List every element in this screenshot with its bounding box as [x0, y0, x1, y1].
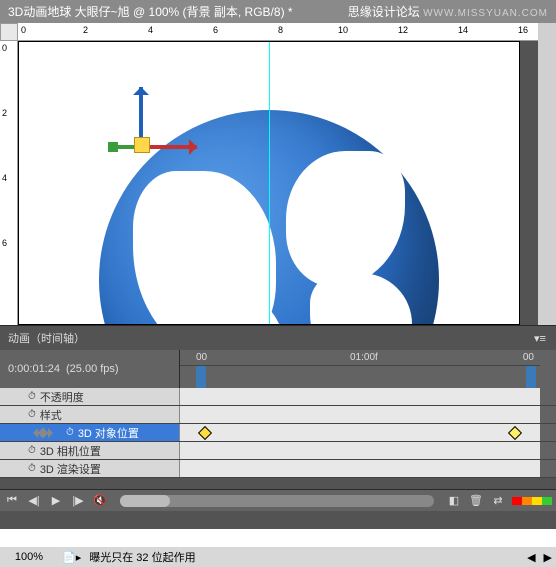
- animation-panel: 动画（时间轴） ▾≡ 0:00:01:24 (25.00 fps) 00 01:…: [0, 325, 556, 511]
- status-prev-button[interactable]: ◀: [527, 551, 535, 564]
- ruler-origin[interactable]: [0, 23, 18, 41]
- track-row[interactable]: ⏱3D 对象位置: [0, 424, 556, 442]
- doc-info-icon[interactable]: 📄▸: [62, 551, 81, 564]
- document-canvas[interactable]: [18, 41, 520, 325]
- keyframe-diamond[interactable]: [198, 426, 212, 440]
- stopwatch-icon[interactable]: ⏱: [28, 463, 36, 474]
- playhead-handle[interactable]: [526, 366, 536, 388]
- current-time-display[interactable]: 0:00:01:24: [8, 363, 60, 375]
- status-message: 曝光只在 32 位起作用: [89, 549, 519, 565]
- stopwatch-icon[interactable]: ⏱: [28, 445, 36, 456]
- horizontal-ruler[interactable]: 0 2 4 6 8 10 12 14 16: [18, 23, 538, 41]
- stopwatch-icon[interactable]: ⏱: [66, 427, 74, 438]
- animation-panel-title: 动画（时间轴）: [8, 330, 532, 346]
- stopwatch-icon[interactable]: ⏱: [28, 391, 36, 402]
- x-axis-icon[interactable]: [142, 145, 197, 149]
- timeline-tracks: ⏱不透明度 ⏱样式 ⏱3D 对象位置 ⏱3D 相机位置: [0, 388, 556, 489]
- title-bar: 3D动画地球 大眼仔~旭 @ 100% (背景 副本, RGB/8) * 思缘设…: [0, 0, 556, 23]
- bottom-ruler: [0, 529, 556, 547]
- fps-display: (25.00 fps): [66, 363, 119, 375]
- timeline-header: 0:00:01:24 (25.00 fps) 00 01:00f 00: [0, 350, 556, 388]
- track-row[interactable]: ⏱3D 相机位置: [0, 442, 556, 460]
- track-row[interactable]: ⏱样式: [0, 406, 556, 424]
- work-area-start-handle[interactable]: [196, 366, 206, 388]
- y-axis-icon[interactable]: [139, 87, 143, 142]
- track-row[interactable]: ⏱不透明度: [0, 388, 556, 406]
- onion-skin-button[interactable]: ◧: [446, 493, 462, 509]
- canvas-area: 0 2 4 6 0 2 4 6 8 10 12 14 16: [0, 23, 556, 325]
- zoom-level[interactable]: 100%: [4, 551, 54, 563]
- animation-controls: ⏮ ◀| ▶ |▶ 🔇 ◧ 🗑 ⇄: [0, 489, 556, 511]
- play-button[interactable]: ▶: [48, 493, 64, 509]
- vertical-scrollbar[interactable]: [538, 23, 556, 325]
- keyframe-nav[interactable]: [28, 428, 58, 438]
- forum-credit: 思缘设计论坛 WWW.MISSYUAN.COM: [348, 3, 548, 20]
- audio-toggle-button[interactable]: 🔇: [92, 493, 108, 509]
- stopwatch-icon[interactable]: ⏱: [28, 409, 36, 420]
- keyframe-diamond[interactable]: [508, 426, 522, 440]
- status-next-button[interactable]: ▶: [544, 551, 552, 564]
- render-indicator: [512, 497, 552, 505]
- time-ruler[interactable]: 00 01:00f 00: [180, 350, 540, 388]
- vertical-ruler[interactable]: 0 2 4 6: [0, 23, 18, 325]
- prev-frame-button[interactable]: ◀|: [26, 493, 42, 509]
- next-frame-button[interactable]: |▶: [70, 493, 86, 509]
- document-title: 3D动画地球 大眼仔~旭 @ 100% (背景 副本, RGB/8) *: [8, 3, 293, 20]
- convert-button[interactable]: ⇄: [490, 493, 506, 509]
- rewind-button[interactable]: ⏮: [4, 493, 20, 509]
- status-bar: 100% 📄▸ 曝光只在 32 位起作用 ◀ ▶: [0, 547, 556, 567]
- vertical-guide[interactable]: [269, 42, 270, 324]
- axis-center-handle[interactable]: [134, 137, 150, 153]
- track-row[interactable]: ⏱3D 渲染设置: [0, 460, 556, 478]
- panel-menu-icon[interactable]: ▾≡: [532, 332, 548, 345]
- 3d-axis-gizmo[interactable]: [84, 87, 204, 187]
- delete-button[interactable]: 🗑: [468, 493, 484, 509]
- timeline-zoom-slider[interactable]: [120, 495, 434, 507]
